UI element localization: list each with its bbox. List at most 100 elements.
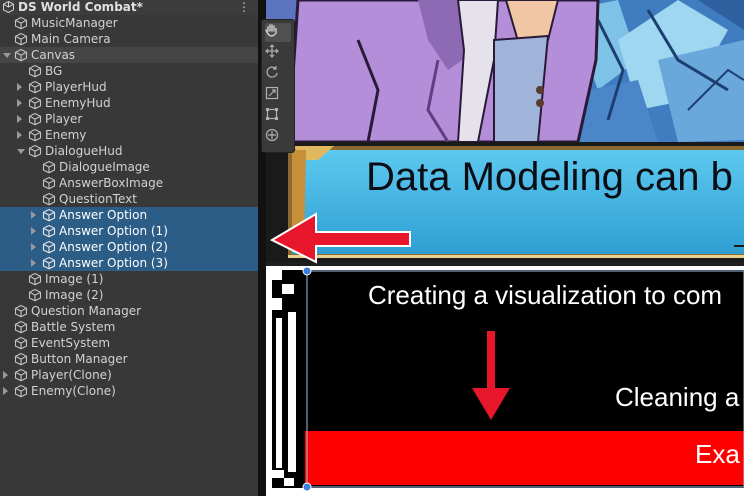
collapse-arrow-icon[interactable] (17, 83, 22, 91)
gameobject-cube-icon (14, 336, 28, 350)
gameobject-cube-icon (14, 368, 28, 382)
collapse-arrow-icon[interactable] (17, 115, 22, 123)
hierarchy-item-label: Canvas (31, 48, 76, 62)
hierarchy-item[interactable]: EventSystem (0, 335, 258, 351)
answer-option-text[interactable]: Cleaning a (615, 381, 739, 413)
hierarchy-item-label: PlayerHud (45, 80, 107, 94)
collapse-arrow-icon[interactable] (17, 131, 22, 139)
hierarchy-item-label: Player (45, 112, 83, 126)
hierarchy-item-label: Image (1) (45, 272, 104, 286)
hierarchy-item-label: Player(Clone) (31, 368, 112, 382)
expand-arrow-icon[interactable] (17, 149, 25, 154)
hierarchy-item-label: AnswerBoxImage (59, 176, 164, 190)
hierarchy-item-label: Image (2) (45, 288, 104, 302)
hierarchy-item-label: Answer Option (2) (59, 240, 168, 254)
collapse-arrow-icon[interactable] (3, 387, 8, 395)
gameobject-cube-icon (28, 288, 42, 302)
gameobject-cube-icon (28, 128, 42, 142)
transform-tool-button[interactable] (265, 128, 291, 147)
gameobject-cube-icon (14, 320, 28, 334)
collapse-arrow-icon[interactable] (31, 211, 36, 219)
hierarchy-item-label: EventSystem (31, 336, 111, 350)
hierarchy-item[interactable]: Answer Option (0, 207, 258, 223)
scale-tool-icon (265, 86, 279, 100)
hierarchy-item[interactable]: Enemy (0, 127, 258, 143)
hierarchy-item[interactable]: DialogueHud (0, 143, 258, 159)
hierarchy-item-label: Question Manager (31, 304, 142, 318)
hierarchy-item[interactable]: Player (0, 111, 258, 127)
hierarchy-item[interactable]: Button Manager (0, 351, 258, 367)
gameobject-cube-icon (14, 352, 28, 366)
rect-tool-button[interactable] (265, 107, 291, 126)
hierarchy-item[interactable]: Enemy(Clone) (0, 383, 258, 399)
hand-tool-button[interactable] (265, 23, 291, 42)
gameobject-cube-icon (42, 208, 56, 222)
answer-option-2-text[interactable]: Exa (695, 438, 740, 470)
hierarchy-item[interactable]: MusicManager (0, 15, 258, 31)
scene-header[interactable]: DS World Combat* ⋮ (0, 0, 258, 15)
collapse-arrow-icon[interactable] (31, 259, 36, 267)
hierarchy-item[interactable]: QuestionText (0, 191, 258, 207)
hierarchy-item[interactable]: Player(Clone) (0, 367, 258, 383)
gameobject-cube-icon (14, 384, 28, 398)
hierarchy-item[interactable]: AnswerBoxImage (0, 175, 258, 191)
hierarchy-item-label: Main Camera (31, 32, 111, 46)
question-text: Creating a visualization to com (368, 280, 723, 310)
rotate-tool-button[interactable] (265, 65, 291, 84)
gameobject-cube-icon (14, 48, 28, 62)
hierarchy-item[interactable]: Image (1) (0, 271, 258, 287)
transform-tool-icon (265, 128, 279, 142)
collapse-arrow-icon[interactable] (31, 227, 36, 235)
hierarchy-item-label: DialogueHud (45, 144, 123, 158)
hierarchy-item-label: Answer Option (1) (59, 224, 168, 238)
hierarchy-item-label: MusicManager (31, 16, 118, 30)
scene-view[interactable]: Data Modeling can b Creating a visualiza… (258, 0, 744, 496)
hierarchy-item[interactable]: Answer Option (2) (0, 239, 258, 255)
collapse-arrow-icon[interactable] (31, 243, 36, 251)
rotate-tool-icon (266, 66, 278, 78)
hierarchy-item[interactable]: Canvas (0, 47, 258, 63)
hierarchy-item[interactable]: BG (0, 63, 258, 79)
gameobject-cube-icon (28, 112, 42, 126)
hierarchy-item[interactable]: Answer Option (3) (0, 255, 258, 271)
move-tool-icon (265, 44, 279, 58)
hierarchy-item-label: DialogueImage (59, 160, 150, 174)
hierarchy-panel: DS World Combat* ⋮ MusicManager Main Came… (0, 0, 258, 496)
hierarchy-item[interactable]: Question Manager (0, 303, 258, 319)
collapse-arrow-icon[interactable] (3, 371, 8, 379)
hierarchy-item[interactable]: Answer Option (1) (0, 223, 258, 239)
gameobject-cube-icon (14, 304, 28, 318)
hierarchy-item-label: Button Manager (31, 352, 128, 366)
rect-handle[interactable] (302, 266, 312, 276)
gameobject-cube-icon (28, 144, 42, 158)
hierarchy-item[interactable]: Image (2) (0, 287, 258, 303)
hierarchy-item-label: Answer Option (59, 208, 148, 222)
collapse-arrow-icon[interactable] (17, 99, 22, 107)
hand-tool-icon (265, 24, 277, 37)
hierarchy-item-label: Enemy(Clone) (31, 384, 116, 398)
character-sprite (286, 0, 600, 144)
hierarchy-item-label: EnemyHud (45, 96, 111, 110)
hierarchy-item-label: BG (45, 64, 63, 78)
move-tool-button[interactable] (265, 44, 291, 63)
hierarchy-item[interactable]: DialogueImage (0, 159, 258, 175)
hierarchy-item[interactable]: EnemyHud (0, 95, 258, 111)
hierarchy-item[interactable]: Battle System (0, 319, 258, 335)
rect-tool-icon (266, 108, 278, 120)
gameobject-cube-icon (42, 160, 56, 174)
hierarchy-item[interactable]: Main Camera (0, 31, 258, 47)
scale-tool-button[interactable] (265, 86, 291, 105)
expand-arrow-icon[interactable] (3, 53, 11, 58)
rect-handle[interactable] (302, 482, 312, 492)
gameobject-cube-icon (42, 224, 56, 238)
gameobject-cube-icon (28, 272, 42, 286)
scene-tools-toolbar (261, 19, 295, 153)
scene-canvas (258, 0, 744, 496)
kebab-menu-icon[interactable]: ⋮ (238, 0, 250, 14)
hierarchy-item[interactable]: PlayerHud (0, 79, 258, 95)
gameobject-cube-icon (28, 64, 42, 78)
gameobject-cube-icon (42, 176, 56, 190)
gameobject-cube-icon (42, 240, 56, 254)
scene-title: DS World Combat* (18, 0, 143, 14)
unity-scene-icon (3, 1, 14, 13)
